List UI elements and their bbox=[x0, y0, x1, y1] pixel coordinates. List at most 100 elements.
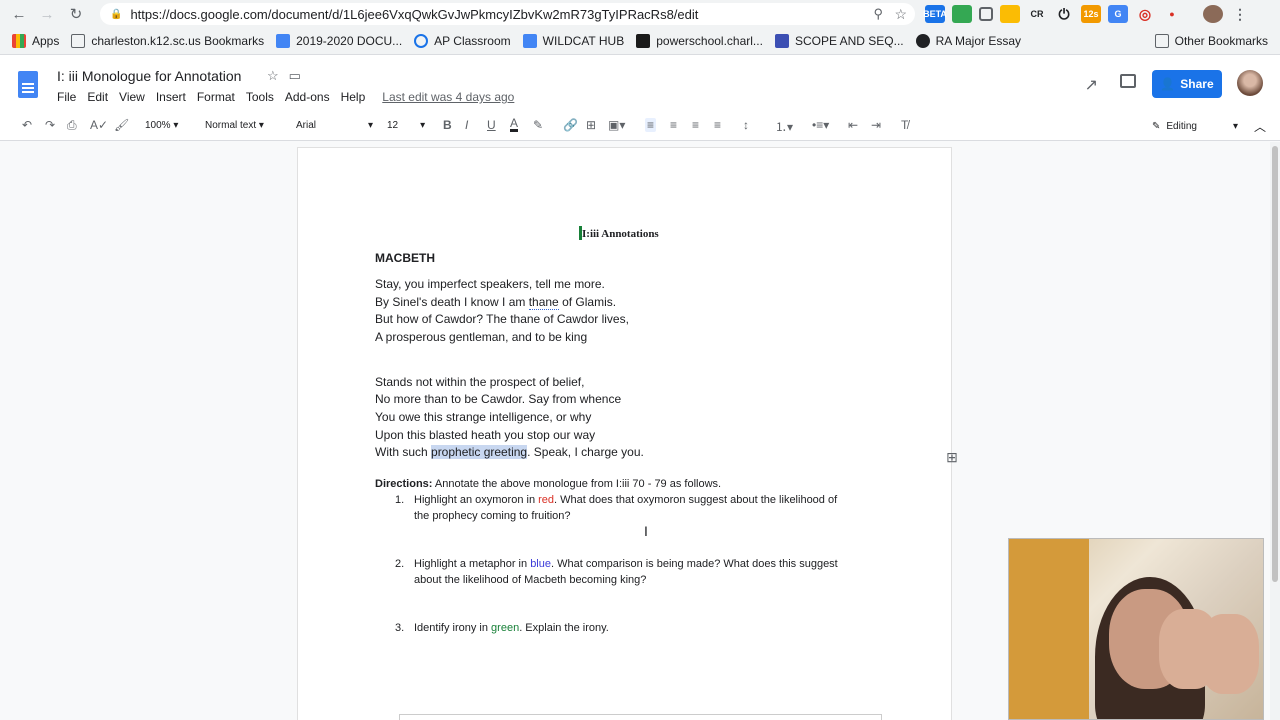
list-item: Highlight an oxymoron in red. What does … bbox=[414, 494, 837, 506]
justify-icon[interactable]: ≡ bbox=[714, 118, 721, 132]
zoom-select[interactable]: 100% ▾ bbox=[145, 120, 178, 131]
clear-formatting-icon[interactable]: T̸ bbox=[901, 118, 908, 132]
chevron-down-icon: ▾ bbox=[1232, 121, 1238, 132]
menu-addons[interactable]: Add-ons bbox=[285, 90, 330, 104]
folder-extension-icon[interactable] bbox=[1000, 5, 1020, 23]
docs-icon bbox=[522, 34, 537, 48]
bookmark-powerschool[interactable]: powerschool.charl... bbox=[636, 34, 763, 48]
link-icon[interactable]: 🔗 bbox=[563, 118, 578, 132]
underline-icon[interactable]: U bbox=[487, 118, 496, 132]
target-extension-icon[interactable]: ◎ bbox=[1135, 5, 1155, 23]
menu-insert[interactable]: Insert bbox=[156, 90, 186, 104]
explore-panel-edge[interactable] bbox=[399, 714, 882, 720]
folder-icon bbox=[1154, 34, 1169, 48]
bookmark-label: SCOPE AND SEQ... bbox=[794, 34, 904, 48]
editing-mode-select[interactable]: ✎ Editing ▾ ︿ bbox=[1152, 118, 1266, 135]
directions-label: Directions: bbox=[375, 478, 433, 490]
list-number: 3. bbox=[395, 622, 405, 634]
bookmark-label: RA Major Essay bbox=[935, 34, 1021, 48]
forward-icon[interactable]: → bbox=[36, 3, 58, 25]
undo-icon[interactable]: ↶ bbox=[22, 118, 32, 132]
insert-image-icon[interactable]: ▣▾ bbox=[608, 118, 625, 132]
font-size-select[interactable]: 12 ▾ bbox=[387, 120, 425, 131]
other-bookmarks[interactable]: Other Bookmarks bbox=[1154, 34, 1268, 48]
numbered-list-icon[interactable]: ⒈▾ bbox=[775, 118, 793, 135]
paint-format-icon[interactable]: 🖌 bbox=[114, 118, 129, 132]
address-bar[interactable]: 🔒 https://docs.google.com/document/d/1L6… bbox=[100, 3, 915, 25]
bookmark-label: 2019-2020 DOCU... bbox=[296, 34, 403, 48]
record-extension-icon[interactable]: ● bbox=[1162, 5, 1182, 23]
bookmark-star-icon[interactable]: ☆ bbox=[894, 6, 907, 23]
verse-line: By Sinel's death I know I am thane of Gl… bbox=[375, 295, 616, 310]
increase-indent-icon[interactable]: ⇥ bbox=[871, 118, 881, 132]
square-extension-icon[interactable] bbox=[979, 7, 993, 21]
collapse-menus-icon[interactable]: ︿ bbox=[1254, 118, 1266, 135]
redo-icon[interactable]: ↷ bbox=[45, 118, 55, 132]
chrome-menu-icon[interactable]: ⋮ bbox=[1230, 5, 1250, 23]
zoom-value: 100% bbox=[145, 120, 171, 131]
bookmark-charleston[interactable]: charleston.k12.sc.us Bookmarks bbox=[71, 34, 264, 48]
zoom-icon[interactable]: ⚲ bbox=[873, 6, 883, 22]
star-icon[interactable]: ☆ bbox=[267, 68, 279, 84]
print-icon[interactable]: ⎙ bbox=[67, 118, 77, 133]
title-icons: ☆ ▭ bbox=[267, 68, 301, 84]
extensions-area: BETA CR ⏻ 12s G ◎ ● ⋮ bbox=[923, 4, 1250, 24]
bookmark-scope[interactable]: SCOPE AND SEQ... bbox=[774, 34, 904, 48]
vertical-scrollbar[interactable] bbox=[1270, 142, 1280, 720]
bookmark-docu[interactable]: 2019-2020 DOCU... bbox=[276, 34, 402, 48]
bold-icon[interactable]: B bbox=[443, 118, 452, 132]
profile-avatar[interactable] bbox=[1203, 5, 1223, 23]
person-add-icon: 👤 bbox=[1160, 77, 1176, 91]
share-button[interactable]: 👤 Share bbox=[1152, 70, 1222, 98]
decrease-indent-icon[interactable]: ⇤ bbox=[848, 118, 858, 132]
bookmark-apps[interactable]: Apps bbox=[12, 34, 59, 48]
menu-help[interactable]: Help bbox=[341, 90, 366, 104]
align-center-icon[interactable]: ≡ bbox=[670, 118, 677, 132]
line-spacing-icon[interactable]: ↕ bbox=[743, 118, 749, 132]
drive-extension-icon[interactable] bbox=[952, 5, 972, 23]
cr-extension-icon[interactable]: CR bbox=[1027, 5, 1047, 23]
spellcheck-icon[interactable]: A✓ bbox=[90, 118, 108, 132]
scrollbar-thumb[interactable] bbox=[1272, 146, 1278, 582]
bookmark-wildcat-hub[interactable]: WILDCAT HUB bbox=[522, 34, 624, 48]
docs-logo-icon[interactable] bbox=[18, 71, 38, 98]
selected-text: prophetic greeting bbox=[431, 445, 528, 459]
align-right-icon[interactable]: ≡ bbox=[692, 118, 699, 132]
webcam-background bbox=[1009, 539, 1089, 719]
user-avatar[interactable] bbox=[1237, 70, 1263, 96]
last-edit-link[interactable]: Last edit was 4 days ago bbox=[382, 90, 514, 104]
beta-extension-icon[interactable]: BETA bbox=[923, 5, 947, 23]
bookmark-ap-classroom[interactable]: AP Classroom bbox=[414, 34, 511, 48]
bulleted-list-icon[interactable]: •≡▾ bbox=[812, 118, 829, 132]
menu-edit[interactable]: Edit bbox=[87, 90, 108, 104]
item-text: Highlight a metaphor in bbox=[414, 558, 531, 570]
power-extension-icon[interactable]: ⏻ bbox=[1054, 5, 1074, 23]
font-select[interactable]: Arial ▾ bbox=[296, 120, 373, 131]
reload-icon[interactable]: ↻ bbox=[65, 3, 87, 25]
align-left-icon[interactable]: ≡ bbox=[645, 118, 657, 132]
back-icon[interactable]: ← bbox=[8, 3, 30, 25]
style-select[interactable]: Normal text ▾ bbox=[205, 120, 264, 131]
timer-extension-icon[interactable]: 12s bbox=[1081, 5, 1101, 23]
menu-format[interactable]: Format bbox=[197, 90, 235, 104]
document-title[interactable]: I: iii Monologue for Annotation bbox=[57, 68, 241, 84]
bookmark-ra-essay[interactable]: RA Major Essay bbox=[915, 34, 1021, 48]
add-comment-icon[interactable]: ⊞ bbox=[586, 118, 596, 132]
activity-trend-icon[interactable]: ↗ bbox=[1085, 75, 1098, 95]
move-to-folder-icon[interactable]: ▭ bbox=[289, 68, 301, 84]
menu-file[interactable]: File bbox=[57, 90, 76, 104]
verse-line: Stands not within the prospect of belief… bbox=[375, 375, 585, 389]
add-comment-margin-icon[interactable]: ⊞ bbox=[944, 450, 960, 465]
item-text: . What comparison is being made? What do… bbox=[550, 558, 838, 570]
menu-view[interactable]: View bbox=[119, 90, 145, 104]
item-text: . What does that oxymoron suggest about … bbox=[554, 494, 838, 506]
verse-line: Stay, you imperfect speakers, tell me mo… bbox=[375, 277, 605, 291]
italic-icon[interactable]: I bbox=[465, 118, 468, 132]
globe-icon bbox=[915, 34, 930, 48]
highlight-icon[interactable]: ✎ bbox=[533, 118, 543, 132]
menu-tools[interactable]: Tools bbox=[246, 90, 274, 104]
text-color-icon[interactable]: A bbox=[510, 117, 519, 132]
translate-extension-icon[interactable]: G bbox=[1108, 5, 1128, 23]
list-item-continuation: the prophecy coming to fruition? bbox=[414, 510, 571, 522]
comment-history-icon[interactable] bbox=[1120, 74, 1136, 88]
